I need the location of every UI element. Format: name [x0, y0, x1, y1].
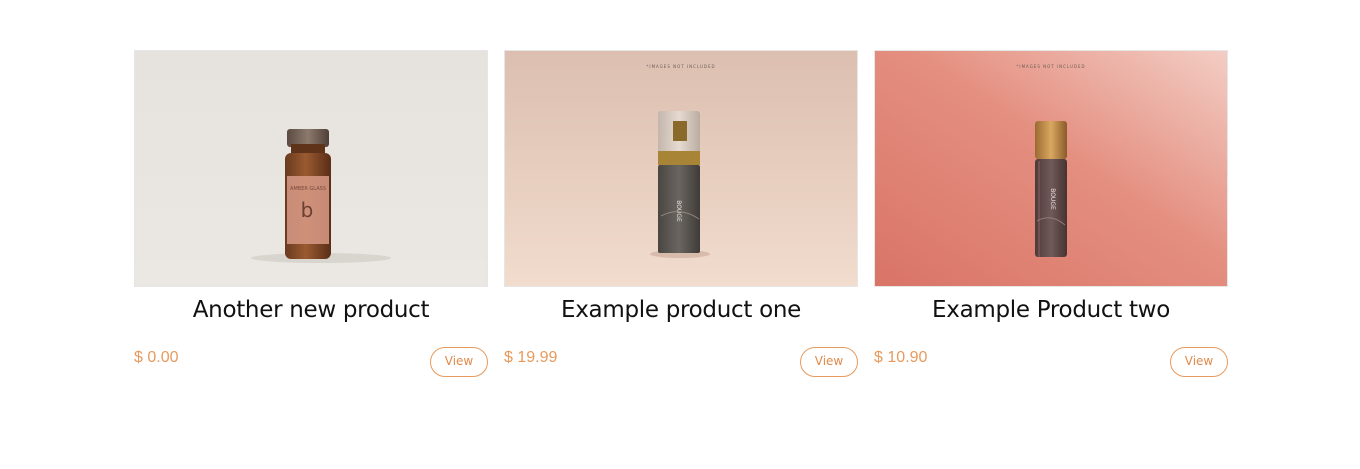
svg-text:AMBER GLASS: AMBER GLASS — [290, 186, 326, 192]
product-image[interactable]: *IMAGES NOT INCLUDED BOUGE — [504, 50, 858, 287]
product-title[interactable]: Example Product two — [874, 297, 1228, 323]
view-button[interactable]: View — [1170, 347, 1228, 377]
svg-text:BOUGE: BOUGE — [675, 200, 682, 222]
image-note: *IMAGES NOT INCLUDED — [1016, 64, 1085, 69]
image-note: *IMAGES NOT INCLUDED — [646, 64, 715, 69]
product-grid: AMBER GLASS b Another new product $ 0.00… — [134, 50, 1228, 390]
view-button[interactable]: View — [800, 347, 858, 377]
roller-bottle-image: *IMAGES NOT INCLUDED BOUGE — [875, 51, 1227, 286]
product-title[interactable]: Another new product — [134, 297, 488, 323]
svg-text:BOUGE: BOUGE — [1049, 188, 1056, 210]
product-price: $ 19.99 — [504, 349, 558, 366]
product-title[interactable]: Example product one — [504, 297, 858, 323]
serum-pump-bottle-image: *IMAGES NOT INCLUDED BOUGE — [505, 51, 857, 286]
product-card: AMBER GLASS b Another new product $ 0.00… — [134, 50, 488, 390]
svg-text:b: b — [301, 198, 314, 222]
product-price: $ 10.90 — [874, 349, 928, 366]
amber-vial-image: AMBER GLASS b — [135, 51, 487, 286]
product-image[interactable]: AMBER GLASS b — [134, 50, 488, 287]
view-button[interactable]: View — [430, 347, 488, 377]
product-image[interactable]: *IMAGES NOT INCLUDED BOUGE — [874, 50, 1228, 287]
product-card: *IMAGES NOT INCLUDED BOUGE Example produ… — [504, 50, 858, 390]
product-price: $ 0.00 — [134, 349, 179, 366]
product-card: *IMAGES NOT INCLUDED BOUGE Example Produ… — [874, 50, 1228, 390]
